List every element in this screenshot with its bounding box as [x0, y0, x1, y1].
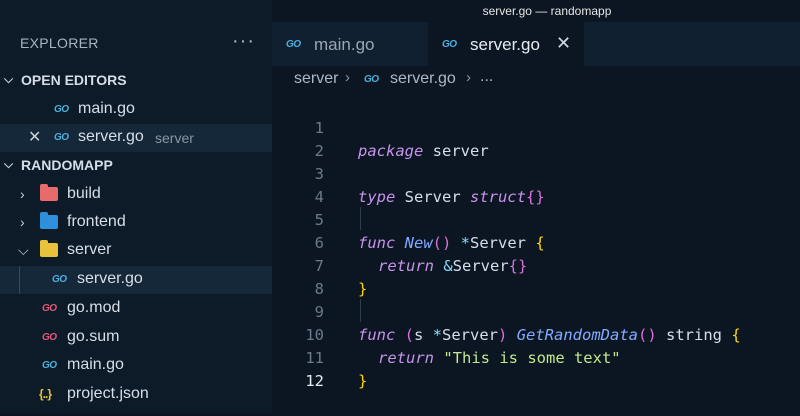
go-file-icon: GO — [364, 74, 379, 85]
go-file-icon: GO — [286, 39, 301, 50]
editor-tab-bar: GO main.go GO server.go ✕ — [272, 22, 800, 66]
folder-name: build — [67, 185, 101, 202]
tree-file-project-json[interactable]: {..} project.json — [0, 381, 272, 409]
code-line: 2 — [272, 117, 800, 160]
folder-name: frontend — [67, 213, 126, 230]
close-tab-icon[interactable]: ✕ — [556, 33, 571, 54]
section-label: RANDOMAPP — [21, 157, 113, 173]
code-line: 8 — [272, 255, 800, 298]
token-bracket: } — [358, 372, 368, 390]
code-line: 7 } — [272, 232, 800, 298]
chevron-right-icon: › — [20, 214, 25, 230]
go-file-icon: GO — [42, 360, 57, 371]
tree-folder-server[interactable]: ⌵ server — [0, 237, 272, 265]
go-mod-icon: GO — [42, 303, 57, 314]
chevron-down-icon: ⌵ — [18, 242, 29, 258]
code-line: 1 package server — [272, 94, 800, 160]
file-folder-description: server — [155, 130, 194, 146]
go-file-icon: GO — [54, 104, 69, 115]
code-line: 3 type Server struct{} — [272, 140, 800, 206]
code-line: 10 return "This is some text" — [272, 301, 800, 367]
tree-folder-build[interactable]: › build — [0, 181, 272, 209]
breadcrumb-folder[interactable]: server — [294, 70, 338, 88]
code-editor[interactable]: 1 package server 2 3 type Server struct{… — [272, 92, 800, 413]
chevron-right-icon: › — [20, 186, 25, 202]
indent-guide — [19, 266, 20, 294]
tab-main-go[interactable]: GO main.go — [272, 22, 428, 66]
open-editor-server-go[interactable]: ✕ GO server.go server — [0, 124, 272, 152]
line-number: 12 — [305, 372, 324, 390]
go-file-icon: GO — [54, 132, 69, 143]
breadcrumb: server › GO server.go › ... — [272, 66, 800, 92]
project-section[interactable]: ⌵ RANDOMAPP — [0, 153, 272, 179]
json-file-icon: {..} — [39, 387, 52, 401]
file-name: server.go — [78, 128, 144, 145]
code-line: 11 } — [272, 324, 800, 390]
explorer-header: EXPLORER — [20, 35, 99, 51]
tree-file-server-go[interactable]: GO server.go — [0, 266, 272, 294]
tab-label: main.go — [314, 35, 375, 54]
section-label: OPEN EDITORS — [21, 72, 127, 88]
more-actions-icon[interactable]: ··· — [232, 30, 255, 53]
chevron-right-icon: › — [345, 69, 350, 86]
open-editors-section[interactable]: ⌵ OPEN EDITORS — [0, 68, 272, 94]
code-line-current: 12 — [272, 347, 800, 390]
tab-label: server.go — [470, 35, 540, 54]
window-title-bar: server.go — randomapp — [272, 0, 800, 22]
tree-file-main-go[interactable]: GO main.go — [0, 352, 272, 380]
tab-bar-empty-area — [584, 22, 800, 66]
open-editor-main-go[interactable]: GO main.go — [0, 96, 272, 124]
file-name: main.go — [67, 356, 124, 373]
file-name: go.mod — [67, 299, 121, 316]
explorer-sidebar: EXPLORER ··· ⌵ OPEN EDITORS GO main.go ✕… — [0, 0, 272, 413]
code-line: 4 — [272, 163, 800, 206]
tree-folder-frontend[interactable]: › frontend — [0, 209, 272, 237]
breadcrumb-file[interactable]: server.go — [390, 70, 456, 88]
file-name: server.go — [77, 270, 143, 287]
chevron-right-icon: › — [466, 69, 471, 86]
chevron-down-icon: ⌵ — [4, 72, 14, 86]
folder-open-icon — [40, 240, 58, 257]
go-file-icon: GO — [442, 39, 457, 50]
go-sum-icon: GO — [42, 332, 57, 343]
folder-name: server — [67, 241, 112, 258]
chevron-down-icon: ⌵ — [4, 157, 14, 171]
window-title: server.go — randomapp — [482, 4, 612, 18]
folder-icon — [40, 184, 58, 201]
tree-file-go-mod[interactable]: GO go.mod — [0, 295, 272, 323]
file-name: main.go — [78, 100, 135, 117]
file-name: go.sum — [67, 328, 120, 345]
go-file-icon: GO — [52, 274, 67, 285]
folder-icon — [40, 212, 58, 229]
tab-server-go[interactable]: GO server.go ✕ — [428, 22, 584, 66]
code-line: 5 func New() *Server { — [272, 186, 800, 252]
code-line: 9 func (s *Server) GetRandomData() strin… — [272, 278, 800, 344]
breadcrumb-symbols[interactable]: ... — [480, 68, 493, 86]
tree-file-go-sum[interactable]: GO go.sum — [0, 324, 272, 352]
close-icon[interactable]: ✕ — [28, 127, 41, 147]
file-name: project.json — [67, 385, 149, 402]
code-line: 6 return &Server{} — [272, 209, 800, 275]
